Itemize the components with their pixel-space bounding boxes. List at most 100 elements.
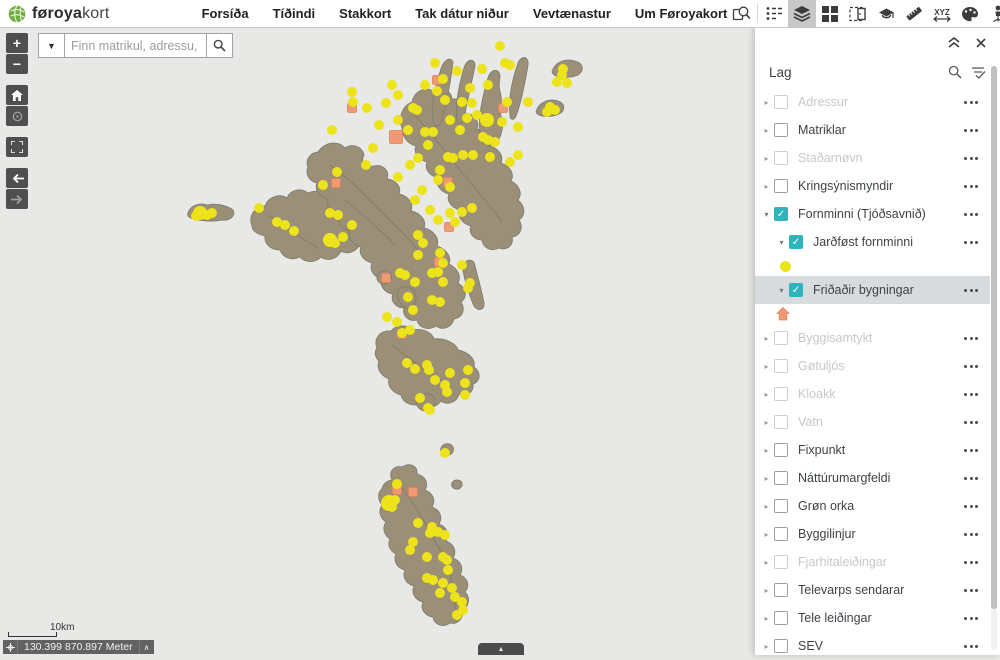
layer-checkbox[interactable] <box>774 179 788 193</box>
nav-item-2[interactable]: Tíðindi <box>273 6 316 21</box>
fornminni-marker[interactable] <box>280 220 290 230</box>
layer-options-button[interactable] <box>964 417 978 428</box>
layer-options-button[interactable] <box>964 473 978 484</box>
fornminni-marker[interactable] <box>402 358 412 368</box>
zoom-in-button[interactable]: + <box>6 33 28 53</box>
close-panel-button[interactable] <box>976 37 986 48</box>
layer-checkbox[interactable]: ✓ <box>774 207 788 221</box>
fornminni-marker[interactable] <box>420 80 430 90</box>
layer-row[interactable]: ▸ SEV <box>755 632 990 660</box>
fornminni-marker[interactable] <box>440 530 450 540</box>
layer-row[interactable]: ▾ ✓ Friðaðir bygningar <box>755 276 990 304</box>
fullscreen-button[interactable] <box>6 137 28 157</box>
chevron-right-icon[interactable]: ▸ <box>762 586 771 595</box>
layer-options-button[interactable] <box>964 361 978 372</box>
chevron-right-icon[interactable]: ▸ <box>762 558 771 567</box>
fornminni-marker[interactable] <box>435 248 445 258</box>
layer-row[interactable]: ▾ ✓ Jarðføst fornminni <box>755 228 990 256</box>
fornminni-marker[interactable] <box>417 185 427 195</box>
fornminni-marker[interactable] <box>463 283 473 293</box>
protected-building-marker[interactable] <box>408 487 418 497</box>
fornminni-marker[interactable] <box>397 328 407 338</box>
fornminni-marker[interactable] <box>374 120 384 130</box>
layer-options-button[interactable] <box>964 209 978 220</box>
layers-button[interactable] <box>788 0 817 27</box>
fornminni-marker[interactable] <box>408 305 418 315</box>
fornminni-marker[interactable] <box>445 368 455 378</box>
fornminni-marker[interactable] <box>330 238 340 248</box>
layer-row[interactable]: ▸ Matriklar <box>755 116 990 144</box>
search-button[interactable] <box>207 33 233 58</box>
panel-scrollbar-thumb[interactable] <box>991 66 997 610</box>
fornminni-marker[interactable] <box>392 479 402 489</box>
fornminni-marker[interactable] <box>254 203 264 213</box>
fornminni-marker[interactable] <box>445 115 455 125</box>
fornminni-marker[interactable] <box>450 217 460 227</box>
fornminni-marker[interactable] <box>332 167 342 177</box>
fornminni-marker[interactable] <box>457 97 467 107</box>
layer-options-button[interactable] <box>964 285 978 296</box>
fornminni-marker[interactable] <box>542 107 552 117</box>
fornminni-marker[interactable] <box>435 588 445 598</box>
fornminni-marker[interactable] <box>458 150 468 160</box>
chevron-right-icon[interactable]: ▸ <box>762 182 771 191</box>
chevron-down-icon[interactable]: ▾ <box>762 210 771 219</box>
fornminni-marker[interactable] <box>438 258 448 268</box>
layer-options-button[interactable] <box>964 181 978 192</box>
fornminni-marker[interactable] <box>502 97 512 107</box>
fornminni-marker[interactable] <box>440 448 450 458</box>
fornminni-marker[interactable] <box>430 58 440 68</box>
layer-checkbox[interactable] <box>774 611 788 625</box>
fornminni-marker[interactable] <box>362 103 372 113</box>
layer-row[interactable]: ▸ Staðarnøvn <box>755 144 990 172</box>
chevron-right-icon[interactable]: ▸ <box>762 474 771 483</box>
layer-row[interactable]: ▸ Televarps sendarar <box>755 576 990 604</box>
layer-filter-button[interactable] <box>971 66 986 79</box>
layer-checkbox[interactable] <box>774 415 788 429</box>
fornminni-marker[interactable] <box>289 226 299 236</box>
fornminni-marker[interactable] <box>333 210 343 220</box>
fornminni-marker[interactable] <box>443 565 453 575</box>
layer-row[interactable]: ▸ Byggisamtykt <box>755 324 990 352</box>
layer-options-button[interactable] <box>964 237 978 248</box>
fornminni-marker[interactable] <box>480 113 494 127</box>
fornminni-marker[interactable] <box>445 182 455 192</box>
layer-row[interactable]: ▸ Byggilinjur <box>755 520 990 548</box>
fornminni-marker[interactable] <box>207 208 217 218</box>
chevron-right-icon[interactable]: ▸ <box>762 530 771 539</box>
fornminni-marker[interactable] <box>405 545 415 555</box>
chevron-right-icon[interactable]: ▸ <box>762 390 771 399</box>
fornminni-marker[interactable] <box>433 267 443 277</box>
layer-options-button[interactable] <box>964 501 978 512</box>
layer-checkbox[interactable] <box>774 443 788 457</box>
layer-checkbox[interactable] <box>774 95 788 109</box>
fornminni-marker[interactable] <box>445 208 455 218</box>
layer-checkbox[interactable] <box>774 639 788 653</box>
chevron-down-icon[interactable]: ▾ <box>777 286 786 295</box>
fornminni-marker[interactable] <box>433 215 443 225</box>
fornminni-marker[interactable] <box>435 297 445 307</box>
chevron-right-icon[interactable]: ▸ <box>762 446 771 455</box>
chevron-right-icon[interactable]: ▸ <box>762 642 771 651</box>
fornminni-marker[interactable] <box>347 87 357 97</box>
layer-search-button[interactable] <box>948 65 962 79</box>
fornminni-marker[interactable] <box>368 143 378 153</box>
layer-checkbox[interactable] <box>774 555 788 569</box>
fornminni-marker[interactable] <box>410 277 420 287</box>
chevron-right-icon[interactable]: ▸ <box>762 126 771 135</box>
layer-row[interactable]: ▾ ✓ Fornminni (Tjóðsavnið) <box>755 200 990 228</box>
fornminni-marker[interactable] <box>382 312 392 322</box>
fornminni-marker[interactable] <box>410 364 420 374</box>
layer-checkbox[interactable] <box>774 331 788 345</box>
fornminni-marker[interactable] <box>428 575 438 585</box>
fornminni-marker[interactable] <box>435 165 445 175</box>
xyz-coordinates-button[interactable]: XYZ <box>928 0 956 27</box>
fornminni-marker[interactable] <box>348 97 358 107</box>
layer-row[interactable]: ▸ Náttúrumargfeldi <box>755 464 990 492</box>
streetview-button[interactable] <box>984 0 1000 27</box>
fornminni-marker[interactable] <box>413 250 423 260</box>
zoom-out-button[interactable]: − <box>6 54 28 74</box>
fornminni-marker[interactable] <box>413 153 423 163</box>
search-type-dropdown[interactable]: ▼ <box>38 33 64 58</box>
fornminni-marker[interactable] <box>438 578 448 588</box>
